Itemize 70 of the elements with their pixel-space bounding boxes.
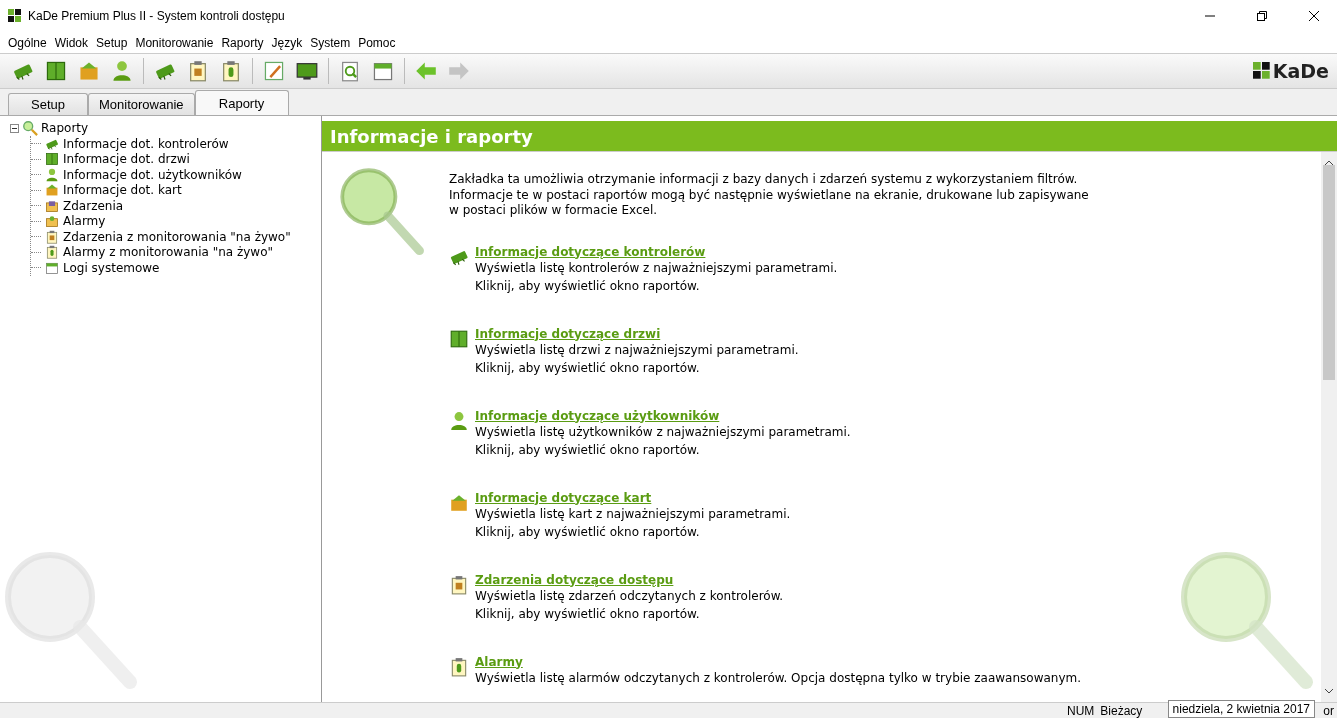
magnifier-icon [22,120,38,136]
user-icon [449,410,469,431]
clipboard-icon [187,60,209,82]
tree-item[interactable]: Zdarzenia z monitorowania "na żywo" [63,229,291,244]
status-current: Bieżacy [1099,703,1144,718]
report-description: Wyświetla listę alarmów odczytanych z kontrolerów. Opcja dostępna tylko w trybie zaawansowanym. [475,669,1082,687]
menu-item[interactable]: Raporty [217,35,268,50]
tree-item[interactable]: Raporty [41,121,89,135]
tree-item[interactable]: Logi systemowe [63,260,160,275]
menu-item[interactable]: Monitorowanie [131,35,218,50]
document-search-icon [339,60,361,82]
calendar-icon [45,260,59,275]
report-hint: Kliknij, aby wyświetlić okno raportów. [475,277,701,295]
report-hint: Kliknij, aby wyświetlić okno raportów. [475,441,701,459]
door-icon [45,60,67,82]
status-tail: or [1322,703,1335,718]
app-logo-icon [8,9,22,23]
report-description: Wyświetla listę drzwi z najważniejszymi parametrami. [475,341,799,359]
tree-item[interactable]: Informacje dot. kart [63,183,182,198]
menu-item[interactable]: Setup [92,35,132,50]
clipboard-icon [449,574,469,595]
clipboard-icon [449,656,469,677]
report-description: Wyświetla listę użytkowników z najważniejszymi parametrami. [475,423,851,441]
menu-item[interactable]: Pomoc [354,35,400,50]
restore-icon [1257,11,1267,21]
brand-logo: KaDe [1252,60,1329,82]
door-icon [45,152,59,167]
door-icon [449,328,469,349]
close-icon [1309,11,1319,21]
menu-item[interactable]: Widok [50,35,93,50]
section-title: Informacje i raporty [330,125,533,147]
tree-item[interactable]: Informacje dot. kontrolerów [63,136,229,151]
right-arrow-icon [448,60,470,82]
tab[interactable]: Monitorowanie [88,93,195,115]
tree-item[interactable]: Alarmy z monitorowania "na żywo" [63,245,273,260]
tree-item[interactable]: Informacje dot. drzwi [63,152,190,167]
tree-item[interactable]: Zdarzenia [63,198,124,213]
notebook-pencil-icon [263,60,285,82]
scroll-down-icon[interactable] [1324,688,1334,694]
monitor-icon [296,60,318,82]
report-hint: Kliknij, aby wyświetlić okno raportów. [475,359,701,377]
intro-paragraph: Zakładka ta umożliwia otrzymanie informacji z bazy danych i zdarzeń systemu z wykorzystaniem filtrów. Informacje te w postaci raportów mogą być następnie wyświetlane na ekranie, drukowane lub zapisywane w postaci plików w formacie Excel. [449,172,1090,219]
report-hint: Kliknij, aby wyświetlić okno raportów. [475,605,701,623]
vertical-scrollbar[interactable] [1321,152,1337,702]
card-icon [45,183,59,198]
clipboard-icon [45,229,59,244]
status-num: NUM [1065,703,1096,718]
user-icon [45,167,59,182]
tree-item[interactable]: Informacje dot. użytkowników [63,167,242,182]
clipboard-icon [220,60,242,82]
date-tooltip: niedziela, 2 kwietnia 2017 [1167,700,1315,718]
folder-icon [45,214,59,229]
menu-item[interactable]: Język [267,35,307,50]
folder-icon [45,198,59,213]
user-icon [111,60,133,82]
window-title: KaDe Premium Plus II - System kontroli dostępu [28,9,286,23]
clipboard-icon [45,245,59,260]
tab[interactable]: Raporty [194,90,289,115]
report-description: Wyświetla listę kart z najważniejszymi parametrami. [475,505,791,523]
collapse-toggle[interactable] [10,123,19,133]
calendar-icon [372,60,394,82]
tree-item[interactable]: Alarmy [63,214,106,229]
report-description: Wyświetla listę kontrolerów z najważniejszymi parametrami. [475,259,838,277]
tab[interactable]: Setup [8,93,88,115]
menu-item[interactable]: System [306,35,355,50]
menu-item[interactable]: Ogólne [4,35,51,50]
left-arrow-icon [415,60,437,82]
report-description: Wyświetla listę zdarzeń odczytanych z kontrolerów. [475,587,784,605]
card-icon [78,60,100,82]
report-hint: Kliknij, aby wyświetlić okno raportów. [475,523,701,541]
